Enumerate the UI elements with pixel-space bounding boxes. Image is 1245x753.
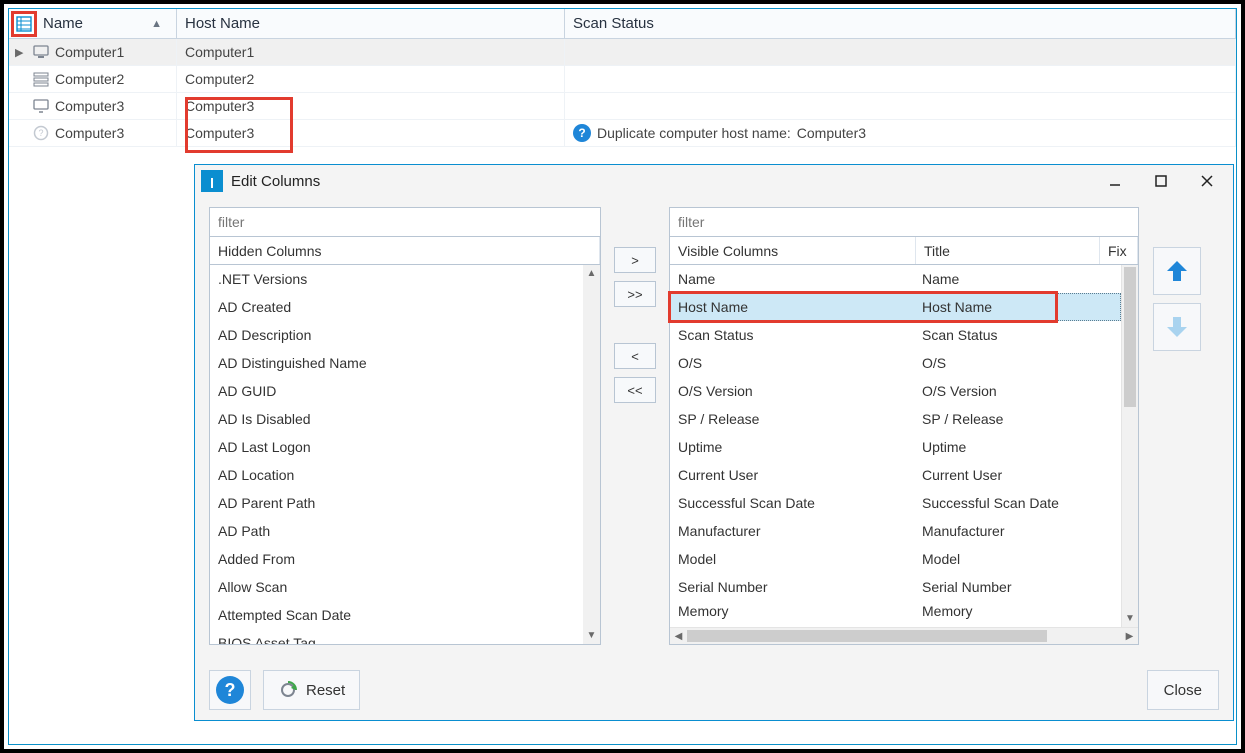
close-dialog-button[interactable]: Close xyxy=(1147,670,1219,710)
list-item[interactable]: O/S VersionO/S Version xyxy=(670,377,1121,405)
app-icon xyxy=(201,170,223,192)
computer-icon xyxy=(33,44,49,60)
scrollbar-horizontal[interactable]: ◀ ▶ xyxy=(670,627,1138,644)
unknown-icon: ? xyxy=(33,125,49,141)
cell-name: Computer1 xyxy=(55,44,124,60)
cell-hostname: Computer2 xyxy=(185,71,254,87)
reset-button[interactable]: Reset xyxy=(263,670,360,710)
list-item[interactable]: AD Last Logon xyxy=(210,433,583,461)
status-text: Duplicate computer host name: xyxy=(597,125,791,141)
move-left-button[interactable]: < xyxy=(614,343,656,369)
scrollbar-vertical[interactable]: ▲ ▼ xyxy=(583,265,600,644)
list-item[interactable]: AD Distinguished Name xyxy=(210,349,583,377)
grid-body: ▶ Computer1 Computer1 Computer2 xyxy=(9,39,1236,147)
move-right-button[interactable]: > xyxy=(614,247,656,273)
cell-hostname: Computer3 xyxy=(185,125,254,141)
list-item[interactable]: AD Location xyxy=(210,461,583,489)
list-item[interactable]: Scan StatusScan Status xyxy=(670,321,1121,349)
list-item[interactable]: NameName xyxy=(670,265,1121,293)
edit-columns-dialog: Edit Columns Hidden Columns .NET Version… xyxy=(194,164,1234,721)
list-item[interactable]: Attempted Scan Date xyxy=(210,601,583,629)
list-item[interactable]: Successful Scan DateSuccessful Scan Date xyxy=(670,489,1121,517)
scroll-right-icon[interactable]: ▶ xyxy=(1121,628,1138,644)
list-item[interactable]: Allow Scan xyxy=(210,573,583,601)
list-item[interactable]: ModelModel xyxy=(670,545,1121,573)
list-item[interactable]: AD Path xyxy=(210,517,583,545)
question-icon: ? xyxy=(573,124,591,142)
title-header[interactable]: Title xyxy=(916,237,1100,264)
list-item[interactable]: AD Is Disabled xyxy=(210,405,583,433)
table-row[interactable]: Computer3 Computer3 xyxy=(9,93,1236,120)
move-down-button[interactable] xyxy=(1153,303,1201,351)
list-item[interactable]: AD Created xyxy=(210,293,583,321)
hidden-filter-input[interactable] xyxy=(209,207,601,237)
list-item[interactable]: Added From xyxy=(210,545,583,573)
help-button[interactable]: ? xyxy=(209,670,251,710)
column-header-status[interactable]: Scan Status xyxy=(565,9,1236,38)
dialog-titlebar[interactable]: Edit Columns xyxy=(195,165,1233,197)
row-indicator-icon: ▶ xyxy=(15,46,23,59)
cell-hostname: Computer1 xyxy=(185,44,254,60)
move-all-left-button[interactable]: << xyxy=(614,377,656,403)
grid-header: Name ▲ Host Name Scan Status xyxy=(9,9,1236,39)
sort-asc-icon: ▲ xyxy=(151,18,162,30)
list-item[interactable]: MemoryMemory xyxy=(670,601,1121,621)
list-item[interactable]: SP / ReleaseSP / Release xyxy=(670,405,1121,433)
move-all-right-button[interactable]: >> xyxy=(614,281,656,307)
hidden-columns-header[interactable]: Hidden Columns xyxy=(210,237,600,264)
list-item[interactable]: BIOS Asset Tag xyxy=(210,629,583,644)
list-item[interactable]: .NET Versions xyxy=(210,265,583,293)
list-item[interactable]: Serial NumberSerial Number xyxy=(670,573,1121,601)
list-item[interactable]: AD GUID xyxy=(210,377,583,405)
grid-icon xyxy=(16,16,32,32)
list-item[interactable]: ManufacturerManufacturer xyxy=(670,517,1121,545)
scroll-thumb[interactable] xyxy=(1124,267,1136,407)
fix-header[interactable]: Fix xyxy=(1100,237,1138,264)
scrollbar-vertical[interactable]: ▼ xyxy=(1121,265,1138,627)
scroll-left-icon[interactable]: ◀ xyxy=(670,628,687,644)
move-up-button[interactable] xyxy=(1153,247,1201,295)
list-item-selected[interactable]: Host NameHost Name xyxy=(670,293,1121,321)
arrow-up-icon xyxy=(1163,257,1191,285)
list-item[interactable]: O/SO/S xyxy=(670,349,1121,377)
list-item[interactable]: UptimeUptime xyxy=(670,433,1121,461)
column-header-hostname[interactable]: Host Name xyxy=(177,9,565,38)
scroll-thumb[interactable] xyxy=(687,630,1047,642)
visible-columns-list[interactable]: NameName Host NameHost Name Scan StatusS… xyxy=(670,265,1121,627)
gear-refresh-icon xyxy=(278,680,298,700)
column-name-label: Name xyxy=(43,15,83,32)
table-row[interactable]: ? Computer3 Computer3 ? Duplicate comput… xyxy=(9,120,1236,147)
table-row[interactable]: Computer2 Computer2 xyxy=(9,66,1236,93)
help-icon: ? xyxy=(216,676,244,704)
visible-columns-header[interactable]: Visible Columns xyxy=(670,237,916,264)
maximize-button[interactable] xyxy=(1147,170,1175,192)
arrow-down-icon xyxy=(1163,313,1191,341)
list-item[interactable]: AD Description xyxy=(210,321,583,349)
monitor-icon xyxy=(33,98,49,114)
table-row[interactable]: ▶ Computer1 Computer1 xyxy=(9,39,1236,66)
close-button[interactable] xyxy=(1193,170,1221,192)
scroll-up-icon[interactable]: ▲ xyxy=(583,265,600,282)
column-header-name[interactable]: Name ▲ xyxy=(9,9,177,38)
scroll-down-icon[interactable]: ▼ xyxy=(1122,610,1138,627)
cell-name: Computer2 xyxy=(55,71,124,87)
list-item[interactable]: AD Parent Path xyxy=(210,489,583,517)
hidden-columns-list[interactable]: .NET Versions AD Created AD Description … xyxy=(210,265,583,644)
minimize-button[interactable] xyxy=(1101,170,1129,192)
visible-filter-input[interactable] xyxy=(669,207,1139,237)
server-icon xyxy=(33,71,49,87)
reset-label: Reset xyxy=(306,682,345,699)
close-label: Close xyxy=(1164,682,1202,699)
column-hostname-label: Host Name xyxy=(185,15,260,32)
list-item[interactable]: Current UserCurrent User xyxy=(670,461,1121,489)
cell-name: Computer3 xyxy=(55,98,124,114)
column-status-label: Scan Status xyxy=(573,15,654,32)
dialog-title: Edit Columns xyxy=(231,173,320,190)
column-chooser-button[interactable] xyxy=(11,11,37,37)
cell-hostname: Computer3 xyxy=(185,98,254,114)
scroll-down-icon[interactable]: ▼ xyxy=(583,627,600,644)
cell-name: Computer3 xyxy=(55,125,124,141)
status-value: Computer3 xyxy=(797,125,866,141)
svg-text:?: ? xyxy=(38,128,43,138)
